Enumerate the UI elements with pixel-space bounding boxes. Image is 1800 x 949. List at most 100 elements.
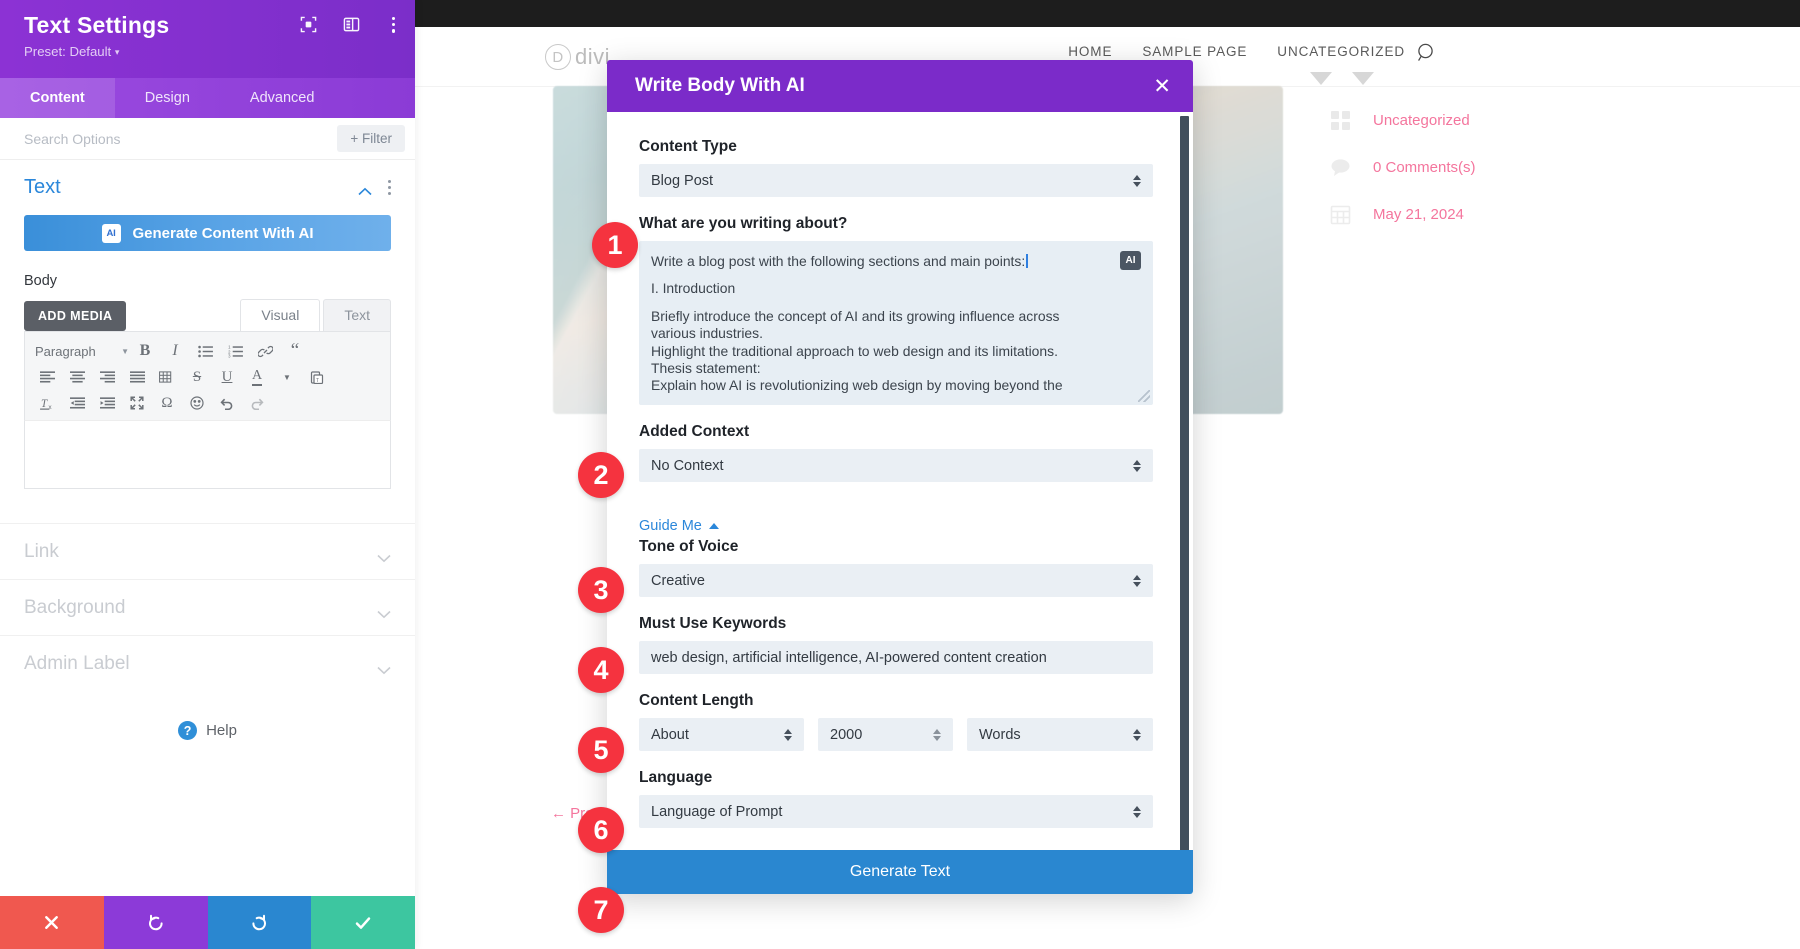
accordion-text: Text AI Generate Content With AI Body AD… bbox=[0, 160, 415, 497]
search-input[interactable] bbox=[24, 130, 338, 147]
bulleted-list-icon[interactable] bbox=[191, 339, 219, 363]
svg-text:3: 3 bbox=[228, 353, 231, 357]
accordion-admin-label-title: Admin Label bbox=[24, 652, 130, 674]
generate-content-with-ai-button[interactable]: AI Generate Content With AI bbox=[24, 215, 391, 251]
tone-of-voice-select[interactable]: Creative bbox=[639, 564, 1153, 597]
accordion-text-header[interactable]: Text bbox=[24, 176, 391, 199]
ai-badge-icon[interactable]: AI bbox=[1120, 251, 1141, 270]
check-icon bbox=[355, 916, 371, 929]
generate-text-button[interactable]: Generate Text bbox=[607, 850, 1193, 894]
scrollbar-thumb[interactable] bbox=[1180, 116, 1189, 850]
content-length-unit-select[interactable]: Words bbox=[967, 718, 1153, 751]
tab-design[interactable]: Design bbox=[115, 78, 220, 118]
undo-icon[interactable] bbox=[213, 391, 241, 415]
emoji-icon[interactable] bbox=[183, 391, 211, 415]
meta-text-date[interactable]: May 21, 2024 bbox=[1373, 206, 1464, 223]
filter-button[interactable]: + Filter bbox=[337, 125, 405, 152]
chevron-down-icon[interactable]: ▼ bbox=[273, 365, 301, 389]
align-center-icon[interactable] bbox=[63, 365, 91, 389]
write-body-with-ai-modal: Write Body With AI ✕ Content Type Blog P… bbox=[607, 60, 1193, 894]
more-options-icon[interactable] bbox=[387, 179, 391, 196]
layout-panel-icon[interactable] bbox=[343, 16, 360, 33]
field-language: Language Language of Prompt bbox=[639, 769, 1153, 828]
guide-me-label: Guide Me bbox=[639, 518, 702, 534]
must-use-keywords-input[interactable]: web design, artificial intelligence, AI-… bbox=[639, 641, 1153, 674]
prompt-textarea[interactable]: Write a blog post with the following sec… bbox=[639, 241, 1153, 405]
preset-selector[interactable]: Preset: Default ▾ bbox=[24, 44, 393, 59]
clear-formatting-icon[interactable]: Tx bbox=[33, 391, 61, 415]
accordion-link-title: Link bbox=[24, 540, 59, 562]
number-stepper-icon[interactable] bbox=[933, 728, 941, 741]
help-link[interactable]: ? Help bbox=[0, 721, 415, 740]
prompt-line-3: Briefly introduce the concept of AI and … bbox=[651, 307, 1060, 324]
redo-icon[interactable] bbox=[243, 391, 271, 415]
add-media-button[interactable]: ADD MEDIA bbox=[24, 301, 127, 331]
text-color-icon[interactable]: A bbox=[243, 365, 271, 389]
special-character-icon[interactable]: Ω bbox=[153, 391, 181, 415]
meta-text-comments[interactable]: 0 Comments(s) bbox=[1373, 159, 1476, 176]
help-icon: ? bbox=[178, 721, 198, 740]
added-context-select[interactable]: No Context bbox=[639, 449, 1153, 482]
save-button[interactable] bbox=[311, 896, 415, 949]
undo-button[interactable] bbox=[103, 896, 208, 949]
body-editor-area[interactable] bbox=[24, 421, 391, 489]
textarea-resize-handle[interactable] bbox=[1138, 390, 1150, 402]
italic-icon[interactable]: I bbox=[161, 339, 189, 363]
field-added-context: Added Context No Context bbox=[639, 423, 1153, 482]
meta-text-category[interactable]: Uncategorized bbox=[1373, 112, 1470, 129]
accordion-link[interactable]: Link bbox=[0, 523, 415, 579]
blockquote-icon[interactable]: “ bbox=[281, 339, 309, 363]
fullscreen-icon[interactable] bbox=[123, 391, 151, 415]
outdent-icon[interactable] bbox=[63, 391, 91, 415]
accordion-background[interactable]: Background bbox=[0, 579, 415, 635]
table-icon[interactable] bbox=[153, 365, 181, 389]
editor-tab-visual[interactable]: Visual bbox=[240, 299, 321, 331]
accordion-admin-label[interactable]: Admin Label bbox=[0, 635, 415, 691]
redo-button[interactable] bbox=[207, 896, 312, 949]
content-length-approx-select[interactable]: About bbox=[639, 718, 804, 751]
divi-logo[interactable]: D divi bbox=[545, 44, 610, 70]
nav-item-uncategorized[interactable]: UNCATEGORIZED bbox=[1277, 44, 1405, 59]
discard-changes-button[interactable] bbox=[0, 896, 104, 949]
numbered-list-icon[interactable]: 123 bbox=[221, 339, 249, 363]
tab-content[interactable]: Content bbox=[0, 78, 115, 118]
divi-settings-sidebar: Text Settings Preset: Default ▾ Content … bbox=[0, 0, 415, 949]
strikethrough-icon[interactable]: S bbox=[183, 365, 211, 389]
prompt-line-6: Thesis statement: bbox=[651, 359, 761, 376]
body-field-label: Body bbox=[24, 273, 58, 289]
tab-advanced[interactable]: Advanced bbox=[220, 78, 345, 118]
close-icon[interactable]: ✕ bbox=[1153, 76, 1171, 97]
content-length-label: Content Length bbox=[639, 692, 754, 709]
modal-body: Content Type Blog Post What are you writ… bbox=[607, 112, 1193, 850]
link-icon[interactable] bbox=[251, 339, 279, 363]
nav-item-home[interactable]: HOME bbox=[1068, 44, 1112, 59]
chevron-updown-icon bbox=[1133, 805, 1141, 818]
indent-icon[interactable] bbox=[93, 391, 121, 415]
editor-tab-text[interactable]: Text bbox=[323, 299, 391, 331]
tone-of-voice-label: Tone of Voice bbox=[639, 538, 739, 555]
chevron-up-icon[interactable] bbox=[358, 183, 372, 196]
responsive-view-icon[interactable] bbox=[300, 16, 317, 33]
content-length-approx-value: About bbox=[651, 726, 689, 743]
nav-item-sample-page[interactable]: SAMPLE PAGE bbox=[1142, 44, 1247, 59]
content-type-select[interactable]: Blog Post bbox=[639, 164, 1153, 197]
toolbar-row-3: Tx Ω bbox=[33, 390, 382, 416]
bold-icon[interactable]: B bbox=[131, 339, 159, 363]
must-use-keywords-label: Must Use Keywords bbox=[639, 615, 787, 632]
guide-me-toggle[interactable]: Guide Me bbox=[639, 518, 1153, 534]
modal-scrollbar[interactable] bbox=[1180, 116, 1189, 850]
language-select[interactable]: Language of Prompt bbox=[639, 795, 1153, 828]
align-justify-icon[interactable] bbox=[123, 365, 151, 389]
content-length-amount-input[interactable]: 2000 bbox=[818, 718, 953, 751]
language-value: Language of Prompt bbox=[651, 803, 783, 820]
language-label: Language bbox=[639, 769, 713, 786]
search-icon[interactable] bbox=[1416, 42, 1438, 64]
main-navigation[interactable]: HOME SAMPLE PAGE UNCATEGORIZED bbox=[1068, 44, 1405, 59]
underline-icon[interactable]: U bbox=[213, 365, 241, 389]
format-select[interactable]: Paragraph ▼ bbox=[33, 340, 129, 362]
more-options-icon[interactable] bbox=[386, 15, 401, 35]
paste-as-text-icon[interactable]: T bbox=[303, 365, 331, 389]
align-right-icon[interactable] bbox=[93, 365, 121, 389]
undo-icon bbox=[148, 914, 163, 930]
align-left-icon[interactable] bbox=[33, 365, 61, 389]
